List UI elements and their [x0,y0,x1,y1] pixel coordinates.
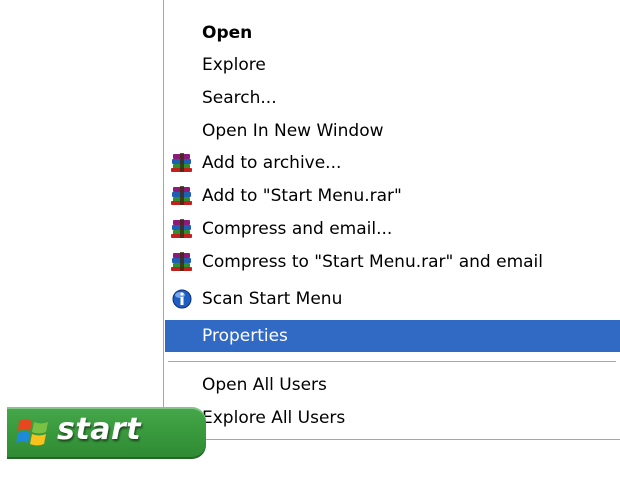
menu-item-scan-start-menu[interactable]: Scan Start Menu [165,283,620,315]
menu-item-label: Explore All Users [202,408,346,428]
menu-item-open-all-users[interactable]: Open All Users [165,369,620,401]
menu-item-label: Open All Users [202,375,327,395]
menu-item-explore-all-users[interactable]: Explore All Users [165,402,620,434]
menu-item-label: Search... [202,88,277,108]
start-button[interactable]: start [7,407,206,459]
menu-item-open[interactable]: Open [165,17,620,49]
context-menu: Open Explore Search... Open In New Windo… [163,0,620,440]
antivirus-icon [172,289,192,309]
winrar-icon [171,219,192,238]
menu-separator [168,361,616,362]
menu-item-compress-to-rar-and-email[interactable]: Compress to "Start Menu.rar" and email [165,246,620,278]
menu-item-label: Compress to "Start Menu.rar" and email [202,252,544,272]
menu-item-label: Compress and email... [202,219,393,239]
menu-item-compress-and-email[interactable]: Compress and email... [165,213,620,245]
menu-item-add-to-archive[interactable]: Add to archive... [165,147,620,179]
winrar-icon [171,153,192,172]
menu-item-label: Properties [202,326,288,346]
menu-item-label: Open [202,23,253,43]
winrar-icon [171,252,192,271]
menu-item-label: Add to archive... [202,153,342,173]
menu-item-label: Add to "Start Menu.rar" [202,186,402,206]
windows-logo-icon [16,419,48,446]
start-label: start [57,412,142,447]
menu-item-label: Open In New Window [202,121,384,141]
menu-item-add-to-rar[interactable]: Add to "Start Menu.rar" [165,180,620,212]
menu-item-search[interactable]: Search... [165,82,620,114]
menu-item-properties[interactable]: Properties [165,320,620,352]
menu-item-label: Scan Start Menu [202,289,343,309]
menu-item-open-in-new-window[interactable]: Open In New Window [165,115,620,147]
menu-item-explore[interactable]: Explore [165,49,620,81]
winrar-icon [171,186,192,205]
menu-item-label: Explore [202,55,266,75]
